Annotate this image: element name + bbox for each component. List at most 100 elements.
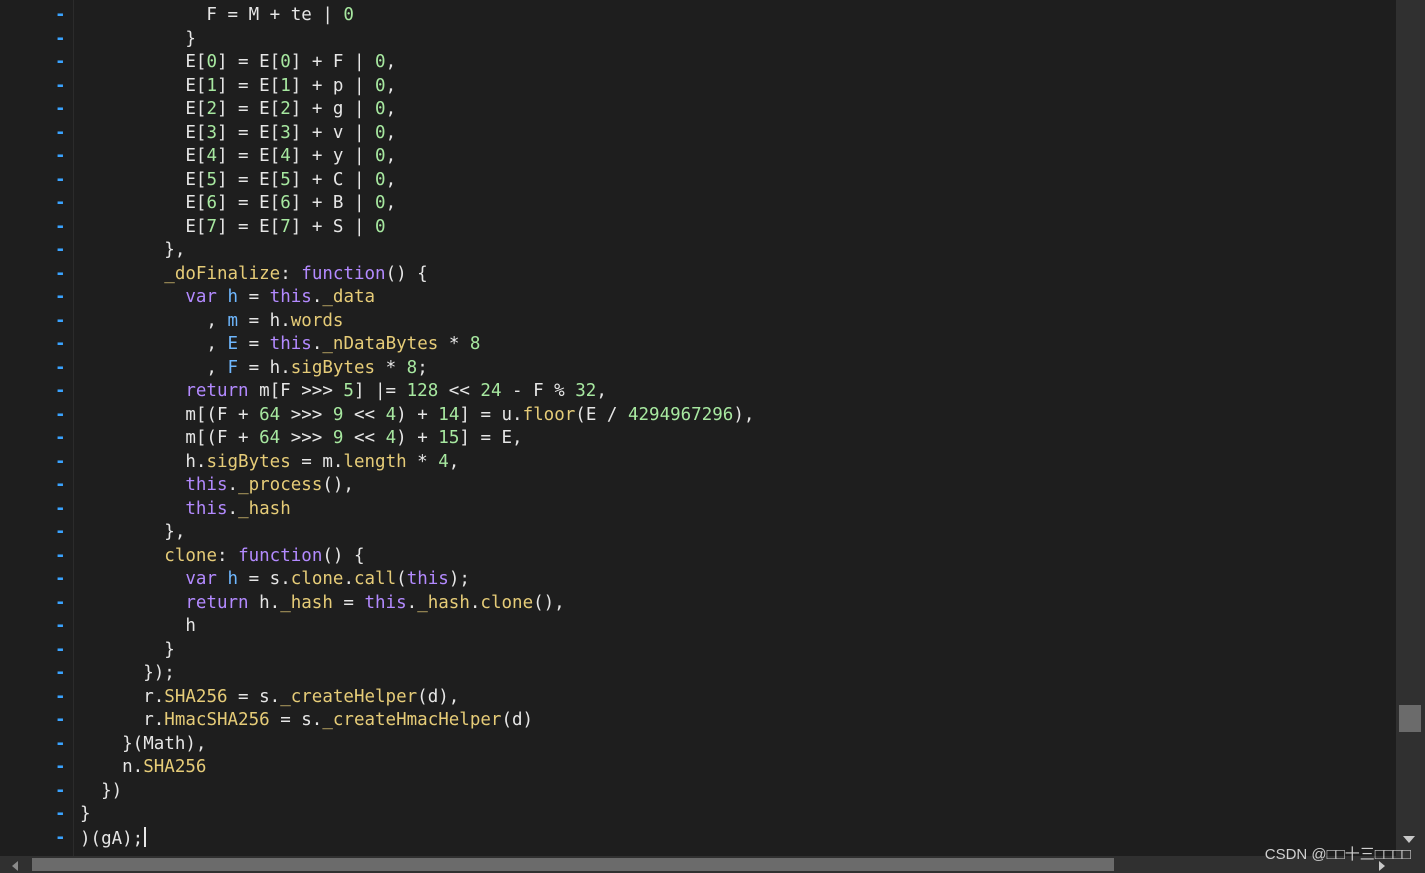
code-line[interactable]: - E[5] = E[5] + C | 0,: [0, 169, 1395, 193]
code-line[interactable]: - return h._hash = this._hash.clone(),: [0, 592, 1395, 616]
code-text: >>>: [280, 428, 333, 448]
code-line[interactable]: - }): [0, 780, 1395, 804]
fold-marker-icon[interactable]: -: [55, 380, 66, 404]
fold-marker-icon[interactable]: -: [55, 404, 66, 428]
vertical-scrollbar-thumb[interactable]: [1399, 705, 1421, 732]
fold-marker-icon[interactable]: -: [55, 98, 66, 122]
number-literal: 8: [406, 357, 418, 378]
code-line[interactable]: - E[4] = E[4] + y | 0,: [0, 145, 1395, 169]
code-line[interactable]: - clone: function() {: [0, 545, 1395, 569]
code-line[interactable]: - E[0] = E[0] + F | 0,: [0, 51, 1395, 75]
number-literal: 5: [343, 381, 354, 401]
code-line[interactable]: -)(gA);: [0, 826, 1395, 851]
fold-marker-icon[interactable]: -: [55, 28, 66, 52]
fold-marker-icon[interactable]: -: [55, 239, 66, 263]
scroll-left-arrow-icon[interactable]: [12, 861, 18, 871]
code-line[interactable]: - , F = h.sigBytes * 8;: [0, 357, 1395, 381]
fold-marker-icon[interactable]: -: [55, 709, 66, 733]
property-name: call: [353, 569, 397, 589]
fold-marker-icon[interactable]: -: [55, 733, 66, 757]
code-line[interactable]: - n.SHA256: [0, 756, 1395, 780]
fold-marker-icon[interactable]: -: [55, 545, 66, 569]
code-line[interactable]: - }: [0, 28, 1395, 52]
fold-marker-icon[interactable]: -: [55, 451, 66, 475]
text-cursor: [144, 826, 147, 847]
code-line[interactable]: - var h = s.clone.call(this);: [0, 568, 1395, 592]
code-line[interactable]: - , m = h.words: [0, 310, 1395, 334]
number-literal: 6: [206, 193, 217, 213]
code-content: E[5] = E[5] + C | 0,: [80, 169, 396, 193]
fold-marker-icon[interactable]: -: [55, 122, 66, 146]
fold-marker-icon[interactable]: -: [55, 216, 66, 240]
fold-marker-icon[interactable]: -: [55, 498, 66, 522]
vertical-scrollbar[interactable]: [1396, 0, 1425, 856]
code-line[interactable]: - return m[F >>> 5] |= 128 << 24 - F % 3…: [0, 380, 1395, 404]
fold-marker-icon[interactable]: -: [55, 333, 66, 357]
code-line[interactable]: - },: [0, 239, 1395, 263]
fold-marker-icon[interactable]: -: [55, 568, 66, 592]
code-line[interactable]: - E[7] = E[7] + S | 0: [0, 216, 1395, 240]
number-literal: 0: [280, 52, 291, 72]
code-line[interactable]: - this._hash: [0, 498, 1395, 522]
code-line[interactable]: - _doFinalize: function() {: [0, 263, 1395, 287]
code-text: (d),: [417, 686, 460, 707]
code-line[interactable]: - var h = this._data: [0, 286, 1395, 310]
code-text: E[: [80, 75, 207, 96]
fold-marker-icon[interactable]: -: [55, 474, 66, 498]
code-line[interactable]: - });: [0, 662, 1395, 686]
code-line[interactable]: - m[(F + 64 >>> 9 << 4) + 14] = u.floor(…: [0, 404, 1395, 428]
fold-marker-icon[interactable]: -: [55, 756, 66, 780]
fold-marker-icon[interactable]: -: [55, 192, 66, 216]
code-line[interactable]: - },: [0, 521, 1395, 545]
code-text: ] + S |: [290, 216, 376, 237]
code-line[interactable]: - r.SHA256 = s._createHelper(d),: [0, 686, 1395, 710]
fold-marker-icon[interactable]: -: [55, 639, 66, 663]
code-line[interactable]: -}: [0, 803, 1395, 827]
fold-marker-icon[interactable]: -: [55, 662, 66, 686]
property-name: floor: [522, 404, 576, 425]
code-content: }: [80, 803, 91, 827]
code-line[interactable]: - }(Math),: [0, 733, 1395, 757]
fold-marker-icon[interactable]: -: [55, 427, 66, 451]
fold-marker-icon[interactable]: -: [55, 686, 66, 710]
code-line[interactable]: - r.HmacSHA256 = s._createHmacHelper(d): [0, 709, 1395, 733]
horizontal-scrollbar[interactable]: [0, 856, 1396, 873]
fold-marker-icon[interactable]: -: [55, 263, 66, 287]
fold-marker-icon[interactable]: -: [55, 286, 66, 310]
code-line[interactable]: - h: [0, 615, 1395, 639]
property-name: _createHmacHelper: [322, 710, 502, 730]
code-text: - F %: [501, 381, 576, 401]
code-line[interactable]: - E[6] = E[6] + B | 0,: [0, 192, 1395, 216]
fold-marker-icon[interactable]: -: [55, 4, 66, 28]
code-line[interactable]: - m[(F + 64 >>> 9 << 4) + 15] = E,: [0, 427, 1395, 451]
fold-marker-icon[interactable]: -: [55, 310, 66, 334]
code-editor[interactable]: - F = M + te | 0- } - E[0] = E[0] + F | 0…: [0, 0, 1395, 856]
fold-marker-icon[interactable]: -: [55, 827, 66, 851]
property-name: _process: [238, 475, 323, 495]
code-line[interactable]: - F = M + te | 0: [0, 4, 1395, 28]
fold-marker-icon[interactable]: -: [55, 75, 66, 99]
fold-marker-icon[interactable]: -: [55, 592, 66, 616]
fold-marker-icon[interactable]: -: [55, 169, 66, 193]
code-text: ,: [596, 381, 607, 401]
keyword: this: [269, 334, 312, 354]
scroll-down-arrow-icon[interactable]: [1403, 836, 1415, 843]
fold-marker-icon[interactable]: -: [55, 780, 66, 804]
code-line[interactable]: - E[3] = E[3] + v | 0,: [0, 122, 1395, 146]
code-line[interactable]: - E[1] = E[1] + p | 0,: [0, 75, 1395, 99]
fold-marker-icon[interactable]: -: [55, 357, 66, 381]
fold-marker-icon[interactable]: -: [55, 615, 66, 639]
code-line[interactable]: - E[2] = E[2] + g | 0,: [0, 98, 1395, 122]
fold-marker-icon[interactable]: -: [55, 521, 66, 545]
fold-marker-icon[interactable]: -: [55, 145, 66, 169]
code-line[interactable]: - h.sigBytes = m.length * 4,: [0, 451, 1395, 475]
fold-marker-icon[interactable]: -: [55, 803, 66, 827]
property-name: clone: [164, 545, 217, 566]
fold-marker-icon[interactable]: -: [55, 51, 66, 75]
code-line[interactable]: - , E = this._nDataBytes * 8: [0, 333, 1395, 357]
code-line[interactable]: - }: [0, 639, 1395, 663]
code-text: .: [343, 569, 354, 589]
horizontal-scrollbar-thumb[interactable]: [32, 858, 1114, 871]
code-line[interactable]: - this._process(),: [0, 474, 1395, 498]
